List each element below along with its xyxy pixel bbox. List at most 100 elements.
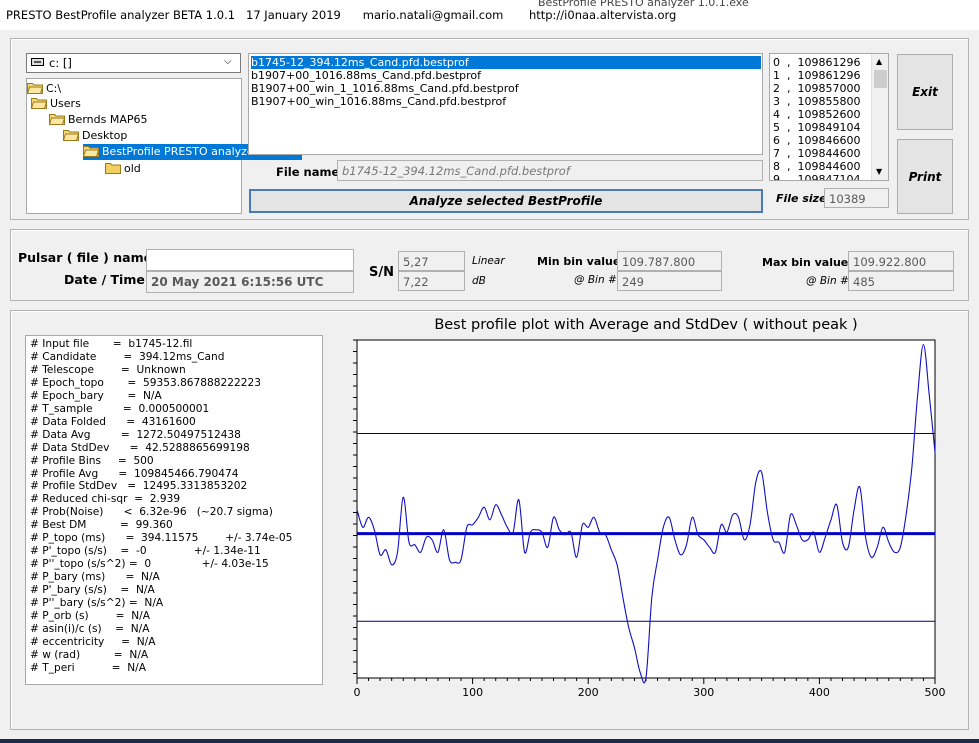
value-item[interactable]: 8 , 109844600 [773,160,860,173]
directory-item[interactable]: old [105,161,141,177]
min-bin-index-field: 249 [617,271,722,291]
value-item[interactable]: 6 , 109846600 [773,134,860,147]
directory-item[interactable]: Users [31,96,81,112]
pulsar-name-field[interactable] [146,249,354,271]
x-tick-label: 100 [462,686,483,699]
info-line: # Data Folded = 43161600 [30,415,196,428]
value-item[interactable]: 3 , 109855800 [773,95,860,108]
sn-db-field: 7,22 [398,271,465,291]
x-tick-label: 500 [925,686,946,699]
title-bar: BestProfile PRESTO analyzer 1.0.1.exe PR… [0,0,979,30]
value-item[interactable]: 5 , 109849104 [773,121,860,134]
info-line: # Profile StdDev = 12495.3313853202 [30,480,248,493]
folder-icon [63,129,79,141]
directory-item[interactable]: Bernds MAP65 [49,112,147,128]
date-time-label: Date / Time [64,272,145,287]
chevron-down-icon[interactable]: ⌵ [224,56,232,67]
x-tick-label: 200 [578,686,599,699]
info-line: # Epoch_bary = N/A [30,389,162,402]
info-line: # Epoch_topo = 59353.867888222223 [30,376,261,389]
value-item[interactable]: 1 , 109861296 [773,69,860,82]
info-line: # Profile Bins = 500 [30,454,154,467]
value-item[interactable]: 4 , 109852600 [773,108,860,121]
directory-list[interactable]: C:\ Users Bernds MAP65 Desktop BestProfile P… [26,78,302,214]
drive-icon [31,58,44,66]
info-line: # Profile Avg = 109845466.790474 [30,467,239,480]
min-bin-index-label: @ Bin # [574,274,617,286]
min-bin-label: Min bin value [537,255,621,268]
info-line: # Prob(Noise) < 6.32e-96 (~20.7 sigma) [30,506,273,519]
file-item[interactable]: B1907+00_win_1016.88ms_Cand.pfd.bestprof [251,95,506,108]
directory-item[interactable]: Desktop [63,128,127,144]
folder-icon [27,82,43,94]
scroll-up-icon[interactable]: ▲ [876,57,882,66]
info-line: # P'_bary (s/s) = N/A [30,584,155,597]
directory-item-label: Desktop [82,129,128,142]
folder-icon [105,162,121,174]
plot-title: Best profile plot with Average and StdDe… [434,317,858,333]
info-line: # Input file = b1745-12.fil [30,338,193,350]
values-scrollbar[interactable]: ▲ ▼ [871,54,888,180]
value-item[interactable]: 7 , 109844600 [773,147,860,160]
info-line: # P_orb (s) = N/A [30,609,150,622]
profile-values-list[interactable]: 0 , 109861296 1 , 109861296 2 , 109857000 3… [769,53,889,181]
info-line: # P''_bary (s/s^2) = N/A [30,597,164,609]
folder-icon [31,97,47,109]
plot-area [356,339,936,679]
scrollbar-thumb[interactable] [874,70,887,88]
date-time-field: 20 May 2021 6:15:56 UTC [146,271,354,293]
info-line: # T_sample = 0.000500001 [30,402,210,415]
info-line: # Reduced chi-sqr = 2.939 [30,493,181,506]
info-line: # Data Avg = 1272.50497512438 [30,428,241,441]
file-list[interactable]: b1745-12_394.12ms_Cand.pfd.bestprof b1907… [248,53,763,155]
exit-button[interactable]: Exit [897,54,953,130]
profile-plot: 0 100 200 300 400 500 [353,339,946,699]
folder-icon [83,145,99,157]
file-size-field: 10389 [824,188,889,208]
info-line: # eccentricity = N/A [30,635,156,648]
drive-select[interactable]: c: [] ⌵ [26,53,241,73]
max-bin-value-field: 109.922.800 [848,251,954,271]
info-line: # T_peri = N/A [30,661,146,674]
sn-linear-label: Linear [472,255,505,267]
bestprof-info-text[interactable]: # Input file = b1745-12.fil # Candidate =… [25,335,323,685]
value-item[interactable]: 0 , 109861296 [773,56,860,69]
info-line: # P''_topo (s/s^2) = 0 +/- 4.03e-15 [30,558,269,571]
value-item[interactable]: 9 , 109847104 [773,173,860,180]
file-name-label: File name [276,165,340,179]
max-bin-label: Max bin value [762,256,849,269]
folder-icon [49,113,65,125]
value-item[interactable]: 2 , 109857000 [773,82,860,95]
analyze-button[interactable]: Analyze selected BestProfile [249,189,763,213]
info-line: # Candidate = 394.12ms_Cand [30,350,225,363]
drive-select-value: c: [] [49,56,72,70]
min-bin-value-field: 109.787.800 [617,251,722,271]
directory-item[interactable]: C:\ [27,81,61,97]
info-line: # P_topo (ms) = 394.11575 +/- 3.74e-05 [30,532,293,545]
info-line: # w (rad) = N/A [30,648,149,661]
file-item[interactable]: B1907+00_win_1_1016.88ms_Cand.pfd.bestpr… [251,82,519,95]
x-tick-label: 0 [354,686,361,699]
x-tick-label: 400 [809,686,830,699]
max-bin-index-label: @ Bin # [806,275,849,287]
window-title: PRESTO BestProfile analyzer BETA 1.0.1 1… [6,8,677,22]
file-name-field[interactable]: b1745-12_394.12ms_Cand.pfd.bestprof [337,160,763,181]
directory-item-label: C:\ [46,82,62,95]
sn-linear-field: 5,27 [398,251,465,271]
scroll-down-icon[interactable]: ▼ [876,167,882,176]
print-button[interactable]: Print [897,139,953,214]
x-tick-label: 300 [693,686,714,699]
info-line: # P'_topo (s/s) = -0 +/- 1.34e-11 [30,545,261,558]
info-line: # P_bary (ms) = N/A [30,571,160,584]
file-item[interactable]: b1745-12_394.12ms_Cand.pfd.bestprof [251,56,761,69]
max-bin-index-field: 485 [848,271,954,291]
file-item[interactable]: b1907+00_1016.88ms_Cand.pfd.bestprof [251,69,481,82]
pulsar-name-label: Pulsar ( file ) name [18,250,153,265]
taskbar-edge [0,739,979,743]
sn-db-label: dB [472,275,486,287]
info-line: # Data StdDev = 42.5288865699198 [30,441,250,454]
info-line: # Telescope = Unknown [30,363,186,376]
sn-label: S/N [369,265,394,280]
directory-item-label: old [124,162,141,175]
directory-item-label: Users [50,97,81,110]
